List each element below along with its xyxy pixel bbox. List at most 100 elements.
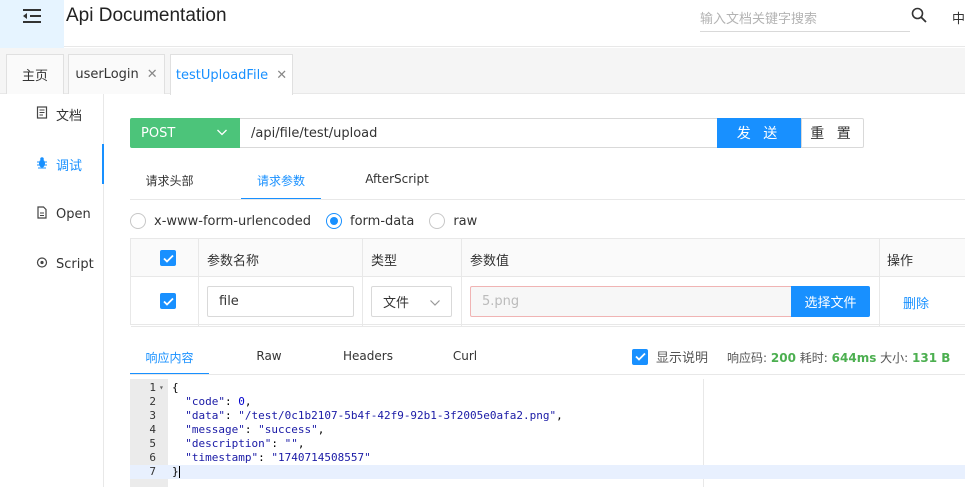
column-header-type: 类型 (371, 254, 398, 269)
line-number: 2 (149, 395, 156, 408)
line-number: 1 (149, 381, 156, 394)
line-number: 4 (149, 423, 156, 436)
sidebar-item-label: Open (56, 206, 91, 222)
sidebar-item-debug[interactable]: 调试 (0, 144, 104, 184)
table-bottom-border (131, 326, 965, 327)
send-button[interactable]: 发 送 (717, 118, 801, 148)
tab-label: userLogin (75, 67, 139, 82)
sidebar-item-label: 调试 (56, 158, 83, 174)
code-text: "timestamp": "1740714508557" (185, 451, 371, 464)
column-header-name: 参数名称 (207, 254, 260, 269)
show-description-label: 显示说明 (656, 351, 709, 366)
menu-fold-icon (21, 6, 43, 30)
radio-urlencoded[interactable]: x-www-form-urlencoded (130, 213, 311, 229)
column-divider (198, 239, 199, 326)
reset-button[interactable]: 重 置 (801, 118, 864, 148)
check-icon (634, 352, 646, 361)
choose-file-button[interactable]: 选择文件 (791, 286, 870, 317)
close-icon[interactable]: ✕ (276, 68, 287, 83)
status-code: 200 (770, 351, 796, 365)
url-input[interactable]: /api/file/test/upload (240, 118, 718, 148)
column-header-value: 参数值 (470, 254, 510, 269)
column-header-action: 操作 (887, 254, 914, 269)
code-line: 2 "code": 0, (130, 395, 965, 409)
close-icon[interactable]: ✕ (147, 67, 158, 82)
sidebar-item-open[interactable]: Open (0, 194, 104, 234)
menu-toggle-button[interactable] (0, 0, 64, 54)
response-tabs-divider (130, 374, 965, 375)
header-divider (64, 46, 965, 47)
response-time: 644ms (831, 351, 877, 365)
sidebar-item-label: 文档 (56, 108, 83, 124)
tab-home[interactable]: 主页 (6, 54, 64, 94)
url-value: /api/file/test/upload (251, 125, 378, 141)
tab-label: 主页 (21, 69, 48, 84)
tab-response-headers[interactable]: Headers (335, 340, 401, 375)
radio-label: form-data (350, 213, 415, 229)
row-checkbox[interactable] (160, 293, 176, 309)
show-description-toggle[interactable]: 显示说明 (632, 347, 708, 366)
text-cursor (178, 466, 180, 478)
radio-button[interactable] (130, 213, 146, 229)
tab-testuploadfile[interactable]: testUploadFile ✕ (170, 54, 293, 95)
param-file-value: 5.png (482, 294, 520, 309)
param-name-input[interactable]: file (207, 286, 354, 317)
open-tabs-bar: 主页 userLogin ✕ testUploadFile ✕ (0, 48, 965, 95)
radio-form-data[interactable]: form-data (326, 213, 414, 229)
response-size: 131 B (912, 351, 951, 365)
request-tabs-divider (130, 199, 965, 200)
method-value: POST (141, 125, 176, 141)
radio-raw[interactable]: raw (429, 213, 477, 229)
check-icon (162, 254, 174, 263)
delete-param-link[interactable]: 删除 (903, 293, 929, 312)
status-label: 响应码: (727, 351, 768, 365)
line-number: 7 (149, 465, 156, 478)
code-line: 7} (130, 465, 965, 479)
param-type-value: 文件 (383, 296, 410, 311)
bug-icon (36, 156, 48, 173)
tab-afterscript[interactable]: AfterScript (355, 165, 439, 200)
fold-arrow-icon[interactable]: ▾ (159, 381, 164, 395)
code-text: "code": 0, (185, 395, 252, 408)
radio-label: x-www-form-urlencoded (154, 213, 312, 229)
tab-label: testUploadFile (175, 67, 269, 83)
tab-userlogin[interactable]: userLogin ✕ (68, 54, 165, 94)
search-input[interactable] (700, 8, 910, 30)
response-code-editor[interactable]: 1 ▾ {2 "code": 0, 3 "data": "/test/0c1b2107… (130, 379, 965, 487)
search-box[interactable] (700, 8, 910, 32)
content-type-radio-group: x-www-form-urlencoded form-data raw (130, 210, 492, 232)
tab-response-raw[interactable]: Raw (245, 340, 293, 375)
tab-response-content[interactable]: 响应内容 (130, 340, 209, 375)
chevron-down-icon (429, 297, 441, 312)
line-number: 6 (149, 451, 156, 464)
tab-response-curl[interactable]: Curl (445, 340, 485, 375)
tab-request-headers[interactable]: 请求头部 (130, 165, 209, 200)
response-stats: 响应码: 200 耗时: 644ms 大小: 131 B (727, 349, 950, 366)
search-icon[interactable] (911, 7, 927, 27)
select-all-checkbox[interactable] (160, 250, 176, 266)
app-header: Api Documentation 中 (0, 0, 965, 54)
sidebar-item-script[interactable]: Script (0, 244, 104, 284)
radio-button[interactable] (429, 213, 446, 229)
code-line: 3 "data": "/test/0c1b2107-5b4f-42f9-92b1… (130, 409, 965, 423)
radio-button[interactable] (326, 213, 343, 229)
code-line: 6 "timestamp": "1740714508557" (130, 451, 965, 465)
code-text: { (172, 381, 179, 394)
line-number: 3 (149, 409, 156, 422)
param-type-select[interactable]: 文件 (371, 286, 452, 317)
check-icon (162, 297, 174, 306)
sidebar-item-docs[interactable]: 文档 (0, 94, 104, 134)
code-line: 4 "message": "success", (130, 423, 965, 437)
method-select[interactable]: POST (130, 118, 240, 148)
radio-label: raw (453, 213, 478, 229)
column-divider (362, 239, 363, 326)
tab-request-params[interactable]: 请求参数 (241, 165, 321, 200)
document-icon (36, 105, 48, 123)
param-file-input[interactable]: 5.png (470, 286, 792, 317)
code-line: 1 ▾ { (130, 381, 965, 395)
param-name-value: file (219, 294, 239, 309)
show-description-checkbox[interactable] (632, 348, 648, 365)
code-text: } (172, 465, 180, 478)
language-switch[interactable]: 中 (952, 8, 965, 27)
sidebar-item-label: Script (56, 256, 94, 272)
